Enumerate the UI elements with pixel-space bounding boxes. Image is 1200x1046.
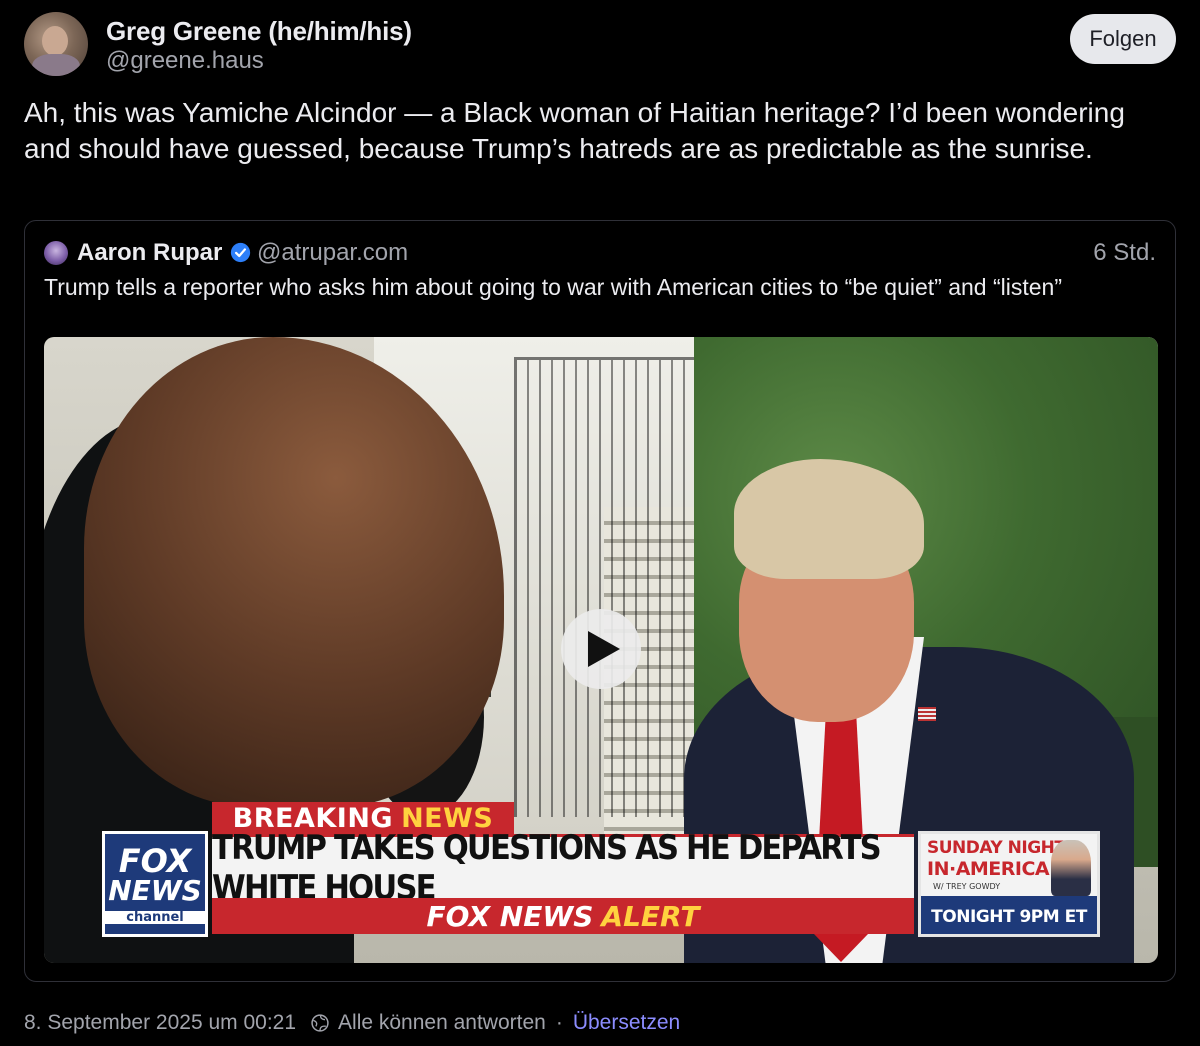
logo-channel: channel [105,910,205,924]
post-header: Greg Greene (he/him/his) @greene.haus Fo… [24,12,1176,78]
alert-word: ALERT [601,899,700,933]
post-footer: 8. September 2025 um 00:21 Alle können a… [24,1008,1176,1038]
quoted-post-time[interactable]: 6 Std. [1093,239,1156,267]
logo-news: NEWS [108,873,202,907]
promo-top-panel: SUNDAY NIGHT IN·AMERICA W/ TREY GOWDY [921,834,1097,896]
promo-host-photo [1051,840,1091,896]
logo-fox: FOX [118,841,192,880]
play-button[interactable] [561,609,641,689]
news-headline: TRUMP TAKES QUESTIONS AS HE DEPARTS WHIT… [212,828,914,908]
promo-title-2: IN·AMERICA [927,858,1050,880]
reply-setting[interactable]: Alle können antworten [338,1011,546,1035]
show-promo: SUNDAY NIGHT IN·AMERICA W/ TREY GOWDY TO… [918,831,1100,937]
author-avatar[interactable] [24,12,88,76]
quoted-author-avatar[interactable] [44,241,68,265]
fox-news-logo: FOX NEWS channel [102,831,208,937]
video-player[interactable]: BREAKING NEWS FOX NEWS channel TRUMP TAK… [44,337,1158,963]
follow-button[interactable]: Folgen [1070,14,1176,64]
author-name[interactable]: Greg Greene (he/him/his) [106,16,412,47]
promo-time: TONIGHT 9PM ET [931,907,1087,927]
verified-badge-icon [230,242,251,263]
quoted-post-text: Trump tells a reporter who asks him abou… [44,274,1062,300]
quoted-author-name[interactable]: Aaron Rupar [77,239,222,267]
quoted-post[interactable]: Aaron Rupar @atrupar.com 6 Std. Trump te… [24,220,1176,982]
promo-title-1: SUNDAY NIGHT [927,838,1066,858]
globe-icon [311,1014,329,1032]
avatar-body [32,54,80,76]
video-scene-flag-pin [918,707,936,721]
promo-host-credit: W/ TREY GOWDY [933,882,1001,891]
quoted-author-handle[interactable]: @atrupar.com [257,239,408,267]
avatar-face [42,26,68,56]
separator-dot: · [555,1011,563,1034]
post-text: Ah, this was Yamiche Alcindor — a Black … [24,97,1125,164]
news-lower-third: BREAKING NEWS FOX NEWS channel TRUMP TAK… [44,797,1158,963]
alert-prefix: FOX NEWS [426,899,594,933]
author-handle[interactable]: @greene.haus [106,47,264,75]
news-alert-bar: FOX NEWS ALERT [212,898,914,934]
translate-link[interactable]: Übersetzen [573,1011,680,1035]
play-icon [588,631,620,667]
post-timestamp[interactable]: 8. September 2025 um 00:21 [24,1011,296,1035]
